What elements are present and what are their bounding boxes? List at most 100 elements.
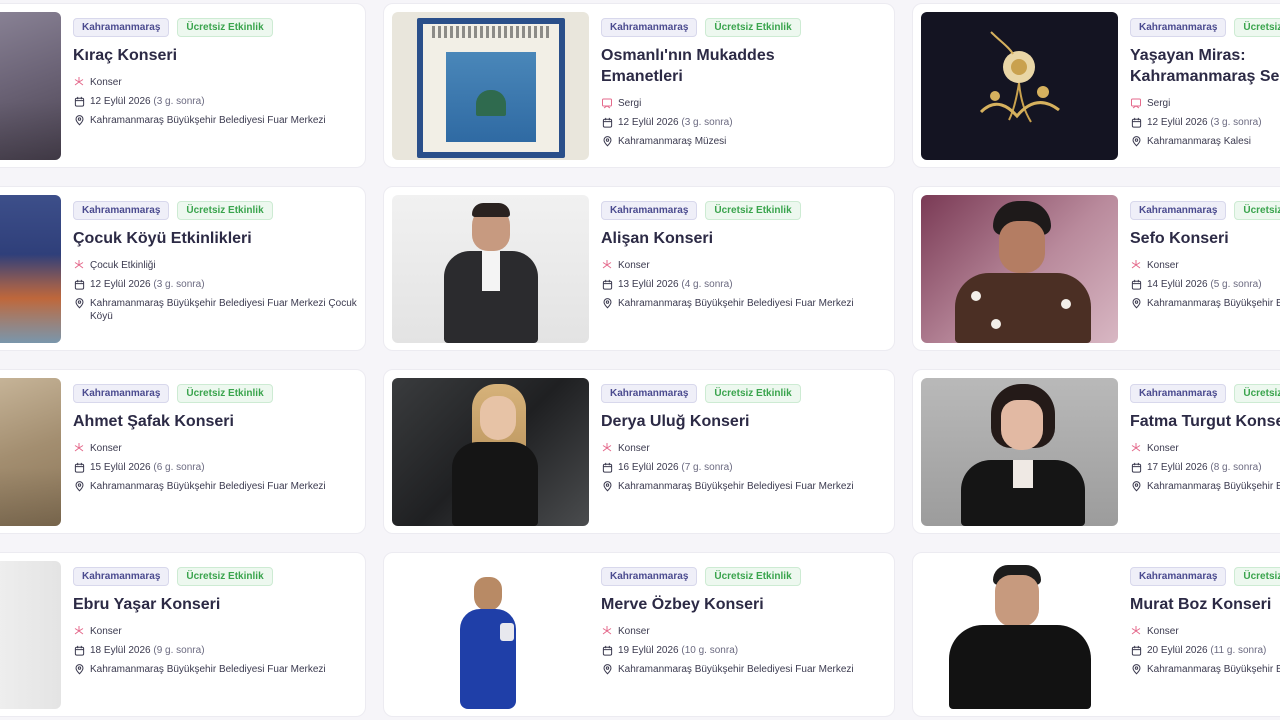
event-image xyxy=(392,12,589,160)
free-badge: Ücretsiz Etkinlik xyxy=(705,384,801,403)
city-badge[interactable]: Kahramanmaraş xyxy=(73,201,170,220)
event-venue: Kahramanmaraş Büyükşehir Belediyesi Fuar… xyxy=(601,480,886,493)
event-title[interactable]: Derya Uluğ Konseri xyxy=(601,411,886,432)
event-title[interactable]: Yaşayan Miras: Kahramanmaraş Sergisi xyxy=(1130,45,1280,87)
event-venue: Kahramanmaraş Büyükşehir Belediyesi Fuar… xyxy=(73,297,357,323)
city-badge[interactable]: Kahramanmaraş xyxy=(601,18,698,37)
event-title[interactable]: Murat Boz Konseri xyxy=(1130,594,1280,615)
city-badge[interactable]: Kahramanmaraş xyxy=(601,567,698,586)
location-pin-icon xyxy=(601,480,613,492)
event-venue: Kahramanmaraş Büyükşehir Belediyesi Fuar… xyxy=(73,114,357,127)
event-date: 18 Eylül 2026 (9 g. sonra) xyxy=(73,644,357,657)
calendar-icon xyxy=(1130,644,1142,656)
event-card[interactable]: Kahramanmaraş Ücretsiz Etkinlik Ebru Yaşa… xyxy=(0,552,366,717)
location-pin-icon xyxy=(601,297,613,309)
event-venue: Kahramanmaraş Büyükşehir Belediyesi Fuar… xyxy=(1130,480,1280,493)
event-category: Çocuk Etkinliği xyxy=(73,259,357,272)
free-badge: Ücretsiz Etkinlik xyxy=(177,384,273,403)
event-card[interactable]: Kahramanmaraş Ücretsiz Etkinlik Derya Ulu… xyxy=(383,369,895,534)
concert-icon xyxy=(1130,442,1142,454)
exhibition-icon xyxy=(601,97,613,109)
event-title[interactable]: Fatma Turgut Konseri xyxy=(1130,411,1280,432)
event-info: Kahramanmaraş Ücretsiz Etkinlik Alişan Ko… xyxy=(589,195,886,342)
events-page: Kahramanmaraş Ücretsiz Etkinlik Kıraç Kon… xyxy=(0,0,1280,720)
event-card[interactable]: Kahramanmaraş Ücretsiz Etkinlik Yaşayan M… xyxy=(912,3,1280,168)
event-card[interactable]: Kahramanmaraş Ücretsiz Etkinlik Fatma Tur… xyxy=(912,369,1280,534)
event-image xyxy=(921,561,1118,709)
event-date: 13 Eylül 2026 (4 g. sonra) xyxy=(601,278,886,291)
event-image xyxy=(0,12,61,160)
event-date: 20 Eylül 2026 (11 g. sonra) xyxy=(1130,644,1280,657)
event-date: 16 Eylül 2026 (7 g. sonra) xyxy=(601,461,886,474)
calendar-icon xyxy=(1130,278,1142,290)
event-venue: Kahramanmaraş Büyükşehir Belediyesi Fuar… xyxy=(73,663,357,676)
event-card[interactable]: Kahramanmaraş Ücretsiz Etkinlik Osmanlı'n… xyxy=(383,3,895,168)
event-venue: Kahramanmaraş Büyükşehir Belediyesi Fuar… xyxy=(1130,663,1280,676)
free-badge: Ücretsiz Etkinlik xyxy=(1234,384,1280,403)
event-category: Konser xyxy=(1130,442,1280,455)
calendar-icon xyxy=(1130,116,1142,128)
calendar-icon xyxy=(601,278,613,290)
free-badge: Ücretsiz Etkinlik xyxy=(1234,18,1280,37)
event-card[interactable]: Kahramanmaraş Ücretsiz Etkinlik Merve Özb… xyxy=(383,552,895,717)
exhibition-icon xyxy=(1130,97,1142,109)
event-venue: Kahramanmaraş Büyükşehir Belediyesi Fuar… xyxy=(73,480,357,493)
free-badge: Ücretsiz Etkinlik xyxy=(177,201,273,220)
event-image xyxy=(0,195,61,343)
free-badge: Ücretsiz Etkinlik xyxy=(1234,201,1280,220)
event-title[interactable]: Merve Özbey Konseri xyxy=(601,594,886,615)
event-date: 12 Eylül 2026 (3 g. sonra) xyxy=(601,116,886,129)
event-category: Konser xyxy=(73,625,357,638)
event-title[interactable]: Kıraç Konseri xyxy=(73,45,357,66)
location-pin-icon xyxy=(601,663,613,675)
city-badge[interactable]: Kahramanmaraş xyxy=(601,384,698,403)
event-card[interactable]: Kahramanmaraş Ücretsiz Etkinlik Alişan Ko… xyxy=(383,186,895,351)
free-badge: Ücretsiz Etkinlik xyxy=(177,567,273,586)
location-pin-icon xyxy=(73,297,85,309)
event-title[interactable]: Alişan Konseri xyxy=(601,228,886,249)
event-image xyxy=(392,195,589,343)
event-card[interactable]: Kahramanmaraş Ücretsiz Etkinlik Sefo Kons… xyxy=(912,186,1280,351)
free-badge: Ücretsiz Etkinlik xyxy=(705,201,801,220)
event-title[interactable]: Ebru Yaşar Konseri xyxy=(73,594,357,615)
event-date: 17 Eylül 2026 (8 g. sonra) xyxy=(1130,461,1280,474)
city-badge[interactable]: Kahramanmaraş xyxy=(73,384,170,403)
city-badge[interactable]: Kahramanmaraş xyxy=(1130,201,1227,220)
city-badge[interactable]: Kahramanmaraş xyxy=(73,18,170,37)
calendar-icon xyxy=(601,644,613,656)
event-info: Kahramanmaraş Ücretsiz Etkinlik Kıraç Kon… xyxy=(61,12,357,159)
event-date: 12 Eylül 2026 (3 g. sonra) xyxy=(1130,116,1280,129)
city-badge[interactable]: Kahramanmaraş xyxy=(73,567,170,586)
event-card[interactable]: Kahramanmaraş Ücretsiz Etkinlik Murat Boz… xyxy=(912,552,1280,717)
event-category: Konser xyxy=(1130,259,1280,272)
event-info: Kahramanmaraş Ücretsiz Etkinlik Ahmet Şaf… xyxy=(61,378,357,525)
event-title[interactable]: Sefo Konseri xyxy=(1130,228,1280,249)
city-badge[interactable]: Kahramanmaraş xyxy=(1130,567,1227,586)
event-card[interactable]: Kahramanmaraş Ücretsiz Etkinlik Ahmet Şaf… xyxy=(0,369,366,534)
event-info: Kahramanmaraş Ücretsiz Etkinlik Ebru Yaşa… xyxy=(61,561,357,708)
location-pin-icon xyxy=(73,663,85,675)
event-title[interactable]: Ahmet Şafak Konseri xyxy=(73,411,357,432)
event-category: Konser xyxy=(73,76,357,89)
event-info: Kahramanmaraş Ücretsiz Etkinlik Fatma Tur… xyxy=(1118,378,1280,525)
event-title[interactable]: Çocuk Köyü Etkinlikleri xyxy=(73,228,357,249)
calendar-icon xyxy=(73,95,85,107)
city-badge[interactable]: Kahramanmaraş xyxy=(1130,384,1227,403)
event-date: 19 Eylül 2026 (10 g. sonra) xyxy=(601,644,886,657)
location-pin-icon xyxy=(73,480,85,492)
event-image xyxy=(392,378,589,526)
event-image xyxy=(921,195,1118,343)
event-category: Konser xyxy=(601,259,886,272)
child-activity-icon xyxy=(73,259,85,271)
calendar-icon xyxy=(1130,461,1142,473)
event-info: Kahramanmaraş Ücretsiz Etkinlik Çocuk Köy… xyxy=(61,195,357,342)
event-image xyxy=(921,12,1118,160)
event-info: Kahramanmaraş Ücretsiz Etkinlik Sefo Kons… xyxy=(1118,195,1280,342)
city-badge[interactable]: Kahramanmaraş xyxy=(1130,18,1227,37)
event-title[interactable]: Osmanlı'nın Mukaddes Emanetleri xyxy=(601,45,801,87)
event-card[interactable]: Kahramanmaraş Ücretsiz Etkinlik Çocuk Köy… xyxy=(0,186,366,351)
event-card[interactable]: Kahramanmaraş Ücretsiz Etkinlik Kıraç Kon… xyxy=(0,3,366,168)
calendar-icon xyxy=(601,461,613,473)
city-badge[interactable]: Kahramanmaraş xyxy=(601,201,698,220)
free-badge: Ücretsiz Etkinlik xyxy=(705,567,801,586)
